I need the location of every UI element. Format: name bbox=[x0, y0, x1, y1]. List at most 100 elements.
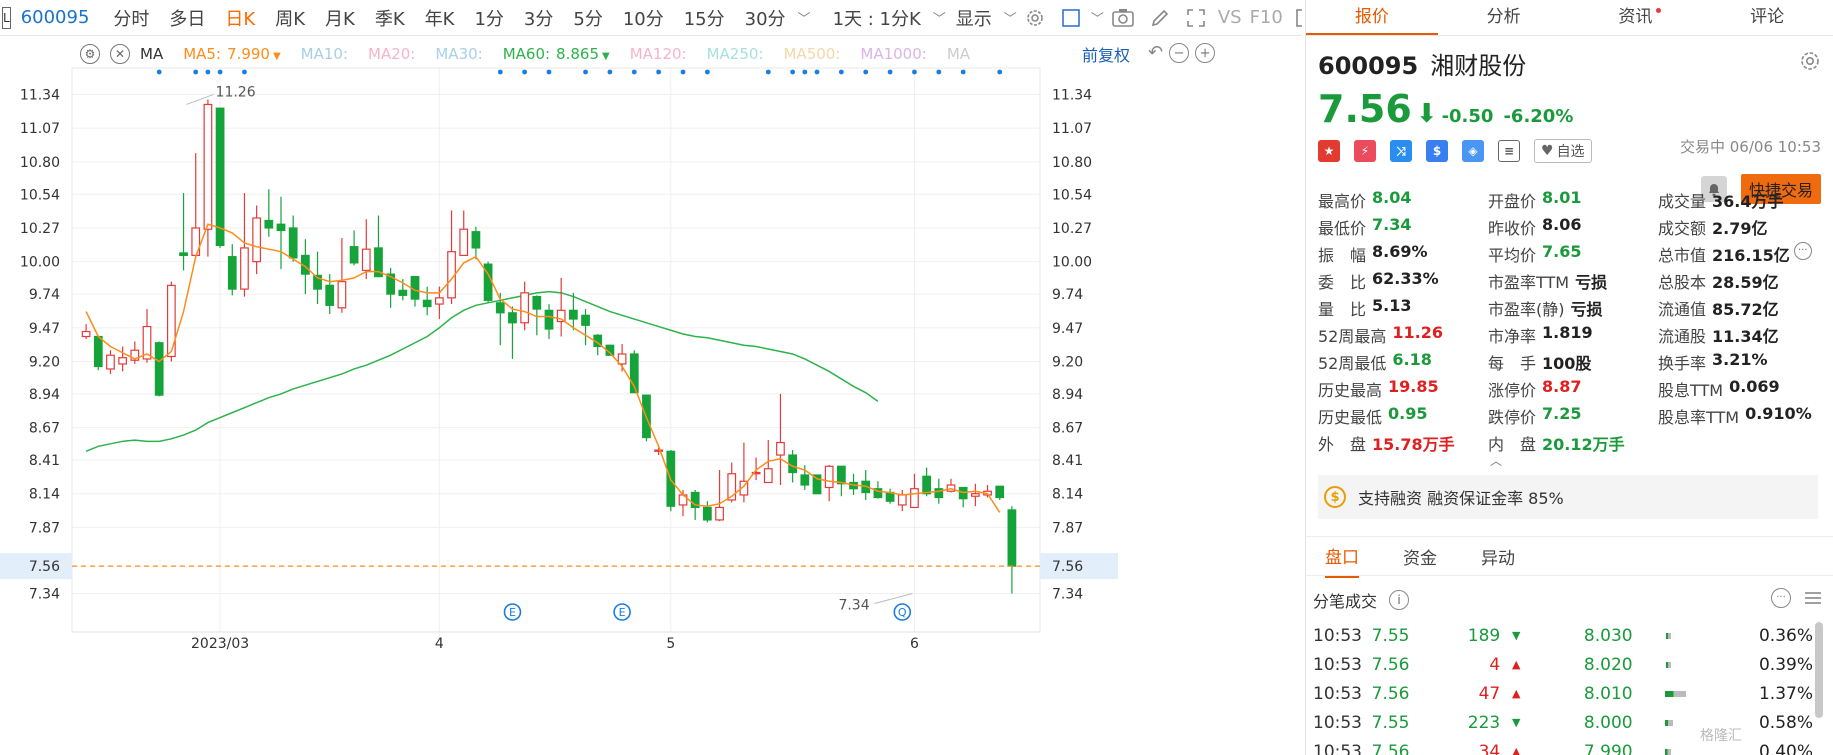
candle-body[interactable] bbox=[264, 219, 274, 229]
notebook-icon[interactable]: ≡ bbox=[1498, 140, 1520, 162]
tick-list-scrollbar[interactable] bbox=[1815, 622, 1823, 718]
candle-body[interactable] bbox=[215, 107, 225, 247]
candle-body[interactable] bbox=[154, 342, 164, 396]
fullscreen-icon[interactable] bbox=[1186, 7, 1206, 29]
tab-period-2[interactable]: 日K bbox=[215, 5, 265, 31]
candle-body[interactable] bbox=[203, 103, 213, 230]
candle-body[interactable] bbox=[568, 309, 578, 320]
quote-panel-tabs: 报价 分析 资讯 评论 bbox=[1306, 0, 1833, 36]
tab-period-5[interactable]: 季K bbox=[365, 5, 415, 31]
tab-period-7[interactable]: 1分 bbox=[464, 5, 513, 31]
panel-toggle-icon[interactable] bbox=[1295, 7, 1302, 29]
candle-body[interactable] bbox=[812, 474, 822, 495]
candle-body[interactable] bbox=[970, 493, 980, 497]
sub-tab-2[interactable]: 异动 bbox=[1481, 536, 1515, 577]
candle-body[interactable] bbox=[337, 281, 347, 309]
candle-body[interactable] bbox=[118, 357, 128, 365]
candle-body[interactable] bbox=[459, 228, 469, 257]
dollar-icon[interactable]: $ bbox=[1426, 140, 1448, 162]
tab-2[interactable]: 资讯 bbox=[1570, 0, 1702, 35]
more-options-icon[interactable]: ··· bbox=[1771, 588, 1791, 608]
candle-body[interactable] bbox=[349, 246, 359, 264]
candle-body[interactable] bbox=[495, 302, 505, 314]
compare-vs-button[interactable]: VS bbox=[1218, 7, 1242, 28]
candle-body[interactable] bbox=[581, 314, 590, 326]
candle-body[interactable] bbox=[800, 474, 810, 486]
candle-body[interactable] bbox=[1007, 509, 1017, 567]
candle-body[interactable] bbox=[434, 297, 444, 305]
candle-body[interactable] bbox=[227, 256, 237, 290]
candle-body[interactable] bbox=[508, 312, 517, 324]
candle-body[interactable] bbox=[776, 441, 785, 456]
add-favorite-button[interactable]: ♥ 自选 bbox=[1534, 139, 1592, 163]
candle-body[interactable] bbox=[824, 465, 834, 489]
period-select[interactable]: 1天 : 1分K bbox=[823, 5, 931, 31]
tag-icon[interactable]: ◈ bbox=[1462, 140, 1484, 162]
pencil-draw-icon[interactable] bbox=[1150, 7, 1170, 29]
candle-body[interactable] bbox=[398, 289, 408, 296]
candle-body[interactable] bbox=[520, 292, 530, 324]
candle-body[interactable] bbox=[252, 217, 262, 263]
settings-sliders-icon[interactable] bbox=[1803, 588, 1823, 612]
candle-body[interactable] bbox=[422, 299, 432, 308]
tab-period-11[interactable]: 15分 bbox=[674, 5, 735, 31]
chevron-down-icon[interactable]: ﹀ bbox=[933, 8, 946, 27]
tab-period-3[interactable]: 周K bbox=[265, 5, 315, 31]
candle-body[interactable] bbox=[532, 295, 542, 310]
tab-period-10[interactable]: 10分 bbox=[613, 5, 674, 31]
more-options-icon[interactable]: ··· bbox=[1793, 241, 1812, 260]
candle-body[interactable] bbox=[361, 248, 371, 271]
candle-body[interactable] bbox=[544, 309, 554, 330]
gear-icon[interactable] bbox=[1799, 50, 1821, 72]
tab-0[interactable]: 报价 bbox=[1306, 0, 1438, 35]
tab-period-6[interactable]: 年K bbox=[415, 5, 465, 31]
candle-body[interactable] bbox=[166, 284, 176, 358]
tab-period-9[interactable]: 5分 bbox=[563, 5, 612, 31]
info-icon[interactable]: i bbox=[1389, 590, 1410, 610]
camera-icon[interactable] bbox=[1112, 7, 1134, 29]
stat-label: 开盘价 bbox=[1488, 191, 1537, 211]
candle-body[interactable] bbox=[471, 231, 481, 249]
candle-body[interactable] bbox=[922, 475, 932, 495]
candle-body[interactable] bbox=[179, 252, 188, 257]
lightning-icon[interactable]: ⚡ bbox=[1354, 140, 1376, 162]
china-flag-icon[interactable]: ★ bbox=[1318, 140, 1340, 162]
chevron-down-icon[interactable]: ﹀ bbox=[1004, 8, 1017, 27]
candle-body[interactable] bbox=[325, 284, 335, 306]
candle-body[interactable] bbox=[995, 485, 1005, 499]
chevron-down-icon[interactable]: ﹀ bbox=[798, 8, 811, 27]
square-select-icon[interactable] bbox=[1061, 7, 1081, 29]
candle-body[interactable] bbox=[106, 354, 115, 370]
tab-1[interactable]: 分析 bbox=[1438, 0, 1570, 35]
shuffle-icon[interactable]: ⤨ bbox=[1390, 140, 1412, 162]
kline-chart[interactable]: 11.34 11.34 11.07 11.07 10.80 10.80 10.54 10.54… bbox=[0, 36, 1302, 755]
candle-body[interactable] bbox=[715, 506, 724, 521]
settings-gear-icon[interactable] bbox=[1025, 7, 1045, 29]
collapse-caret-icon[interactable]: ︿ bbox=[1490, 452, 1502, 469]
candle-body[interactable] bbox=[240, 247, 249, 290]
tab-period-0[interactable]: 分时 bbox=[103, 5, 159, 31]
candle-body[interactable] bbox=[93, 335, 103, 368]
sub-tab-0[interactable]: 盘口 bbox=[1325, 535, 1359, 578]
candle-body[interactable] bbox=[288, 227, 298, 259]
tab-period-12[interactable]: 30分 bbox=[735, 5, 796, 31]
stat-label: 历史最高 bbox=[1318, 380, 1383, 400]
tab-3[interactable]: 评论 bbox=[1701, 0, 1833, 35]
candle-body[interactable] bbox=[885, 491, 895, 502]
candle-body[interactable] bbox=[81, 330, 91, 338]
tab-period-8[interactable]: 3分 bbox=[514, 5, 563, 31]
candle-body[interactable] bbox=[763, 468, 773, 484]
layout-toggle-button[interactable]: L bbox=[2, 6, 11, 29]
chevron-down-icon[interactable]: ﹀ bbox=[1091, 8, 1104, 27]
candle-body[interactable] bbox=[702, 506, 712, 521]
tab-period-4[interactable]: 月K bbox=[315, 5, 365, 31]
f10-button[interactable]: F10 bbox=[1250, 7, 1283, 28]
candle-body[interactable] bbox=[654, 449, 664, 452]
sub-tab-1[interactable]: 资金 bbox=[1403, 536, 1437, 577]
tab-period-1[interactable]: 多日 bbox=[159, 5, 215, 31]
candle-body[interactable] bbox=[276, 223, 286, 232]
candle-body[interactable] bbox=[836, 465, 846, 485]
display-menu[interactable]: 显示 bbox=[946, 5, 1002, 31]
candle-body[interactable] bbox=[910, 488, 919, 509]
candle-body[interactable] bbox=[897, 494, 907, 506]
